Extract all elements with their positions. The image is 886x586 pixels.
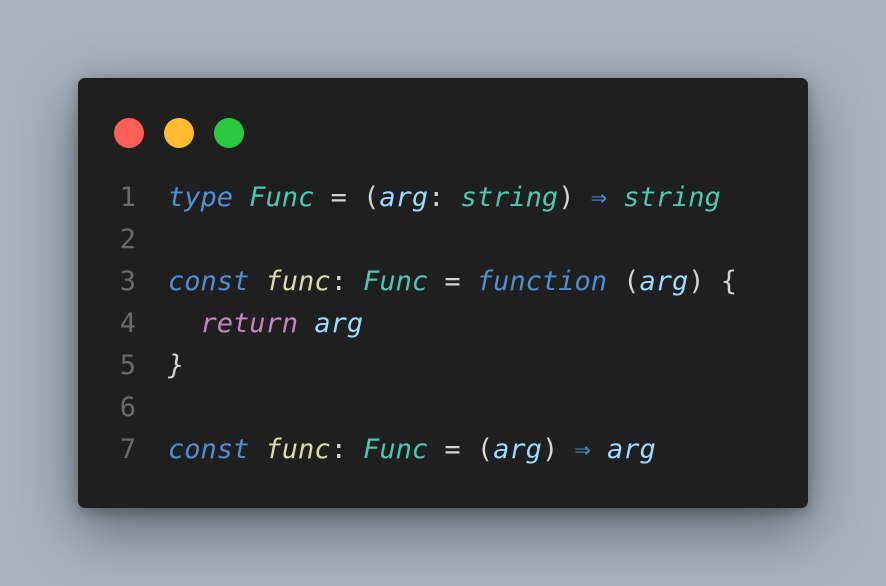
- code-line: 5 }: [78, 345, 808, 387]
- type-name: Func: [249, 182, 315, 213]
- parameter: arg: [493, 434, 542, 465]
- minimize-button[interactable]: [164, 118, 194, 148]
- line-content: const func: Func = (arg) ⇒ arg: [168, 434, 656, 465]
- keyword-type: type: [168, 182, 234, 213]
- line-content: }: [136, 345, 184, 387]
- close-button[interactable]: [114, 118, 144, 148]
- code-line: 6: [78, 387, 808, 429]
- type-name: Func: [363, 266, 429, 297]
- code-line: 7 const func: Func = (arg) ⇒ arg: [78, 429, 808, 471]
- arrow-icon: ⇒: [590, 182, 607, 213]
- code-line: 3 const func: Func = function (arg) {: [78, 261, 808, 303]
- code-block: 1 type Func = (arg: string) ⇒ string 2 3…: [78, 177, 808, 471]
- closing-brace: }: [168, 350, 185, 381]
- line-content: [136, 219, 168, 261]
- maximize-button[interactable]: [214, 118, 244, 148]
- parameter: arg: [639, 266, 689, 297]
- code-line: 1 type Func = (arg: string) ⇒ string: [78, 177, 808, 219]
- keyword-const: const: [168, 266, 250, 297]
- function-name: func: [265, 266, 331, 297]
- type-string: string: [460, 182, 559, 213]
- line-content: type Func = (arg: string) ⇒ string: [168, 182, 721, 213]
- line-number: 2: [119, 224, 136, 255]
- type-string: string: [623, 182, 721, 213]
- code-line: 2: [78, 219, 808, 261]
- line-content: const func: Func = function (arg) {: [168, 266, 738, 297]
- code-window: 1 type Func = (arg: string) ⇒ string 2 3…: [78, 78, 808, 508]
- line-content: return arg: [136, 303, 364, 345]
- keyword-const: const: [168, 434, 250, 465]
- line-content: [136, 387, 168, 429]
- parameter: arg: [379, 182, 429, 213]
- line-number: 7: [119, 434, 136, 465]
- function-name: func: [265, 434, 331, 465]
- window-controls: [114, 118, 244, 148]
- parameter: arg: [314, 308, 364, 339]
- line-number: 1: [119, 182, 136, 213]
- line-number: 3: [119, 266, 136, 297]
- type-name: Func: [363, 434, 429, 465]
- line-number: 4: [119, 308, 136, 339]
- line-number: 6: [119, 392, 136, 423]
- parameter: arg: [606, 434, 656, 465]
- arrow-icon: ⇒: [574, 434, 591, 465]
- code-line: 4 return arg: [78, 303, 808, 345]
- keyword-return: return: [200, 308, 299, 339]
- line-number: 5: [119, 350, 136, 381]
- keyword-function: function: [476, 266, 607, 297]
